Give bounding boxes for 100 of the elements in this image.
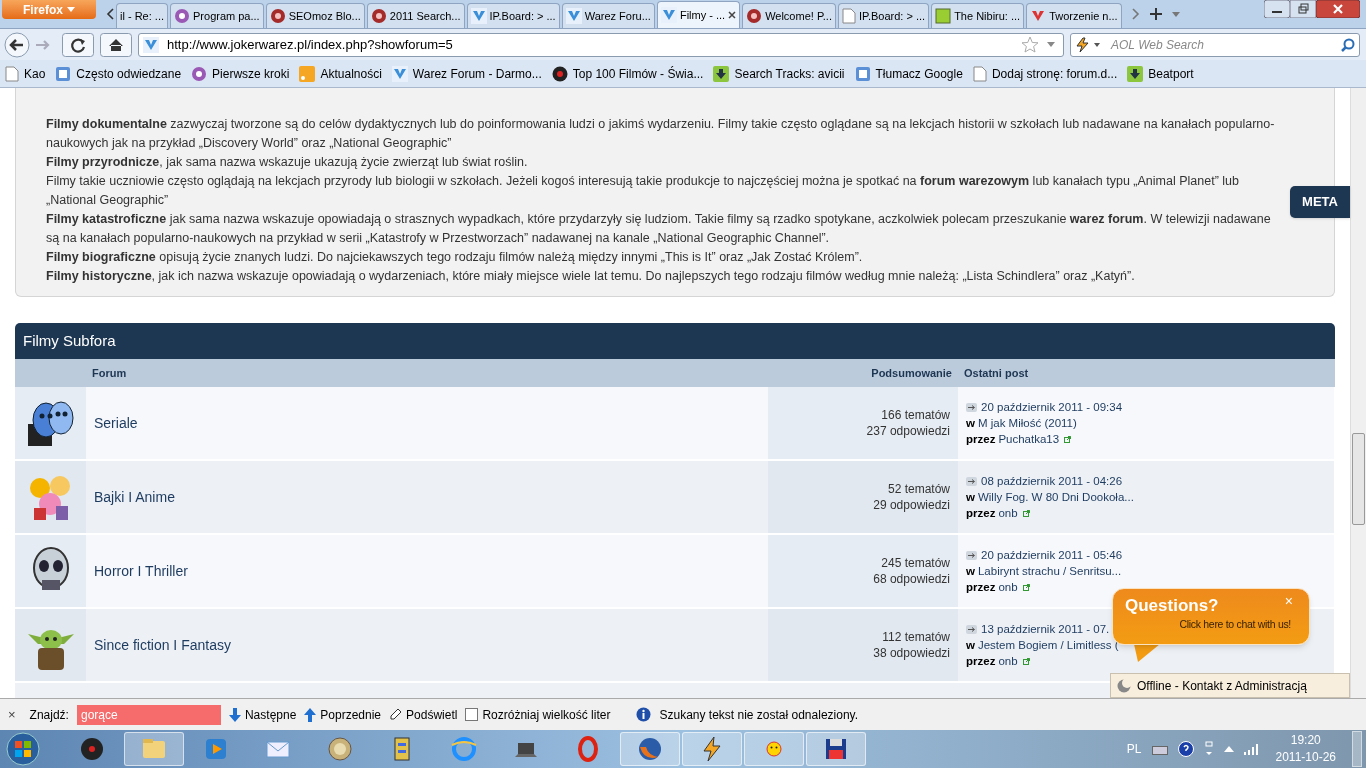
chat-status-bar[interactable]: Offline - Kontakt z Administracją (1110, 673, 1350, 698)
taskbar-button[interactable] (620, 732, 680, 766)
topic-count: 245 tematów (881, 555, 950, 571)
section-header: Filmy Subfora (15, 323, 1335, 359)
browser-tab[interactable]: Warez Foru... (561, 3, 655, 28)
bookmark-item[interactable]: Warez Forum - Darmo... (391, 64, 542, 83)
post-date-link[interactable]: 20 październik 2011 - 05:46 (981, 547, 1123, 563)
external-link-icon[interactable] (1022, 657, 1030, 665)
external-link-icon[interactable] (1022, 583, 1030, 591)
fox-icon (636, 735, 664, 763)
bookmark-item[interactable]: Pierwsze kroki (191, 64, 290, 83)
topic-count: 112 tematów (882, 629, 950, 645)
reload-icon[interactable] (62, 32, 94, 57)
meta-tab[interactable]: META (1290, 186, 1350, 218)
restore-icon[interactable] (1290, 0, 1316, 18)
forum-link[interactable]: Bajki I Anime (94, 486, 175, 508)
marker-icon (389, 708, 403, 721)
description-paragraph: Filmy biograficzne opisują życie znanych ludzi. Do najciekawszych tego rodzaju filmów należą między innymi „This is It” oraz „Jak Zostać Królem”. (46, 249, 864, 266)
window-icon[interactable] (1203, 741, 1214, 757)
description-paragraph: Filmy takie uczniowie często oglądają na lekcjach przyrody lub biologii w szkołach. Jeżeli kogoś interesują takie produkcje to najczęściej można je spotkać na forum warezowym lub kanałach typu „Animal Planet” lub „National Geographic” (46, 173, 1240, 209)
user-link[interactable]: onb (998, 579, 1018, 595)
topic-link[interactable]: M jak Miłość (2011) (977, 415, 1077, 431)
user-link[interactable]: onb (998, 505, 1018, 521)
user-link[interactable]: Puchatka13 (998, 431, 1060, 447)
up-arrow-button[interactable]: Poprzednie (304, 705, 382, 724)
badge-icon (326, 735, 354, 763)
arrow-icon[interactable] (966, 624, 977, 634)
address-bar[interactable]: http://www.jokerwarez.pl/index.php?showforum=5 (138, 32, 1064, 57)
close-icon[interactable] (728, 11, 737, 19)
browser-tab[interactable]: IP.Board: > ... (466, 3, 560, 28)
bookmark-item[interactable]: Search Tracks: avicii (713, 64, 845, 83)
browser-tab[interactable]: The Nibiru: ... (931, 3, 1025, 28)
browser-tab[interactable]: SEOmoz Blo... (265, 3, 365, 28)
topic-link[interactable]: Willy Fog. W 80 Dni Dookoła... (977, 489, 1134, 505)
marker-button[interactable]: Podświetl (389, 705, 458, 724)
description-paragraph: Filmy dokumentalne zazwyczaj tworzone są do celów dydaktycznych lub do poinformowania ludzi o jakimś wydarzeniu. Filmy takie często oglądane są na lekcjach historii w szkołach lub nadawane na kanałach popularno-naukowych jak na przykład „Discovery World” oraz „National Geographic” (46, 116, 1276, 152)
reply-count: 29 odpowiedzi (873, 497, 950, 513)
v-logo-icon (660, 7, 677, 23)
film-reel-icon (551, 65, 568, 82)
browser-tab[interactable]: IP.Board: > ... (837, 3, 930, 28)
home-icon[interactable] (100, 32, 132, 57)
signal-icon[interactable] (1243, 743, 1260, 755)
scroll-right-icon[interactable] (1131, 8, 1140, 20)
page-icon (841, 8, 856, 24)
caret-icon[interactable] (1047, 42, 1055, 47)
caret-icon (67, 7, 75, 12)
topic-link[interactable]: Labirynt strachu / Senritsu... (977, 563, 1122, 579)
bookmark-item[interactable]: Kao (5, 64, 46, 83)
search-icon[interactable] (1341, 37, 1355, 52)
keyboard-icon[interactable] (1151, 743, 1168, 755)
forum-link[interactable]: Since fiction I Fantasy (94, 634, 231, 656)
browser-tab[interactable]: il - Re: ... (116, 3, 168, 28)
chat-popup-subtitle: Click here to chat with us! (1178, 617, 1292, 632)
close-button[interactable]: × (6, 704, 18, 725)
arrow-icon[interactable] (966, 402, 977, 412)
external-link-icon[interactable] (1064, 435, 1072, 443)
reply-count: 68 odpowiedzi (873, 571, 950, 587)
bookmark-item[interactable]: Aktualności (299, 64, 382, 83)
bookmark-item[interactable]: Często odwiedzane (55, 64, 182, 83)
browser-tab[interactable]: Welcome! P... (742, 3, 836, 28)
start-button[interactable] (4, 731, 42, 767)
browser-tab[interactable]: Program pa... (170, 3, 264, 28)
taskbar-button[interactable] (806, 732, 866, 766)
arrow-icon[interactable] (966, 476, 977, 486)
post-date-link[interactable]: 20 październik 2011 - 09:34 (981, 399, 1123, 415)
bookmark-item[interactable]: Beatport (1127, 64, 1194, 83)
external-link-icon[interactable] (1022, 509, 1030, 517)
taskbar-button[interactable] (682, 732, 742, 766)
minimize-icon[interactable] (1264, 0, 1290, 18)
forum-link[interactable]: Horror I Thriller (94, 560, 188, 582)
find-status-message: Szukany tekst nie został odnaleziony. (659, 706, 858, 724)
scroll-left-icon[interactable] (106, 8, 114, 20)
bookmark-item[interactable]: Top 100 Filmów - Świa... (551, 64, 704, 83)
show-hidden-icon[interactable] (1223, 746, 1234, 752)
lightning-icon[interactable] (1075, 36, 1103, 53)
bookmark-item[interactable]: Tłumacz Google (854, 64, 963, 83)
arrow-icon[interactable] (966, 550, 977, 560)
search-field[interactable]: AOL Web Search (1070, 32, 1360, 57)
find-label: Znajdź: (29, 706, 69, 724)
post-date-link[interactable]: 13 październik 2011 - 07. (981, 621, 1110, 637)
star-icon[interactable] (1021, 36, 1039, 53)
user-link[interactable]: onb (998, 653, 1018, 669)
browser-tab[interactable]: 2011 Search... (366, 3, 465, 28)
info-icon (636, 707, 652, 722)
help-icon[interactable] (1177, 741, 1194, 757)
bookmark-item[interactable]: Dodaj stronę: forum.d... (972, 64, 1118, 83)
browser-tab[interactable]: Filmy - ... (656, 1, 741, 28)
match-case-checkbox[interactable]: Rozróżniaj wielkość liter (465, 705, 611, 724)
post-date-link[interactable]: 08 październik 2011 - 04:26 (981, 473, 1123, 489)
browser-tab[interactable]: Tworzenie n... (1026, 3, 1122, 28)
reply-count: 38 odpowiedzi (873, 645, 950, 661)
download-icon (1127, 65, 1144, 82)
caret-icon[interactable] (1171, 11, 1180, 17)
forum-link[interactable]: Seriale (94, 412, 138, 434)
scrollbar[interactable] (1350, 88, 1366, 698)
new-tab-icon[interactable] (1149, 8, 1162, 20)
close-icon[interactable] (1316, 0, 1360, 18)
down-arrow-button[interactable]: Następne (228, 705, 297, 724)
in-label: w (966, 564, 975, 579)
globe-icon (450, 735, 478, 763)
